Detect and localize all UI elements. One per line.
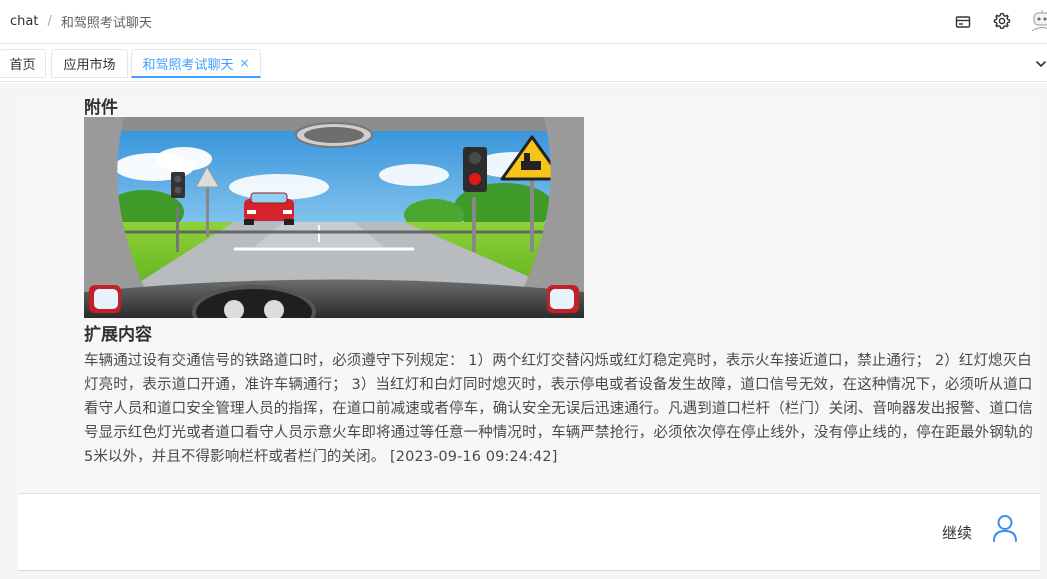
gear-icon[interactable]: [992, 11, 1012, 31]
attachment-image[interactable]: [84, 117, 584, 318]
breadcrumb: chat / 和驾照考试聊天: [0, 12, 152, 31]
tab-home[interactable]: 首页: [0, 49, 46, 78]
tab-app-market[interactable]: 应用市场: [51, 49, 128, 78]
tab-bar: 首页 应用市场 和驾照考试聊天 ×: [0, 44, 1047, 82]
avatar-icon[interactable]: [1030, 9, 1047, 35]
breadcrumb-current: 和驾照考试聊天: [60, 16, 152, 31]
action-panel: 继续: [18, 494, 1040, 570]
message-timestamp: [2023-09-16 09:24:42]: [390, 449, 558, 465]
chevron-down-icon[interactable]: [1034, 56, 1047, 70]
chat-main: 附件 扩展内容 车辆通过设有交通信号的铁路道口时，必须遵守下列规定： 1）两个红…: [0, 83, 1047, 579]
tab-driving-exam-chat-label: 和驾照考试聊天: [142, 57, 234, 73]
card-icon[interactable]: [953, 12, 973, 32]
extension-title: 扩展内容: [84, 325, 152, 345]
top-header: chat / 和驾照考试聊天: [0, 0, 1047, 44]
message-body: 车辆通过设有交通信号的铁路道口时，必须遵守下列规定： 1）两个红灯交替闪烁或红灯…: [84, 353, 1033, 465]
tab-app-market-label: 应用市场: [63, 58, 116, 73]
divider-bottom: [18, 570, 1040, 571]
user-icon[interactable]: [992, 514, 1018, 542]
tab-close-icon[interactable]: ×: [239, 56, 249, 70]
attachment-title: 附件: [84, 98, 118, 118]
chat-message: 附件 扩展内容 车辆通过设有交通信号的铁路道口时，必须遵守下列规定： 1）两个红…: [18, 95, 1040, 493]
message-content: 车辆通过设有交通信号的铁路道口时，必须遵守下列规定： 1）两个红灯交替闪烁或红灯…: [84, 349, 1034, 469]
tab-driving-exam-chat[interactable]: 和驾照考试聊天 ×: [131, 49, 261, 78]
continue-button[interactable]: 继续: [942, 522, 972, 543]
tab-home-label: 首页: [9, 58, 36, 73]
breadcrumb-root[interactable]: chat: [10, 14, 38, 29]
breadcrumb-separator: /: [47, 14, 52, 29]
